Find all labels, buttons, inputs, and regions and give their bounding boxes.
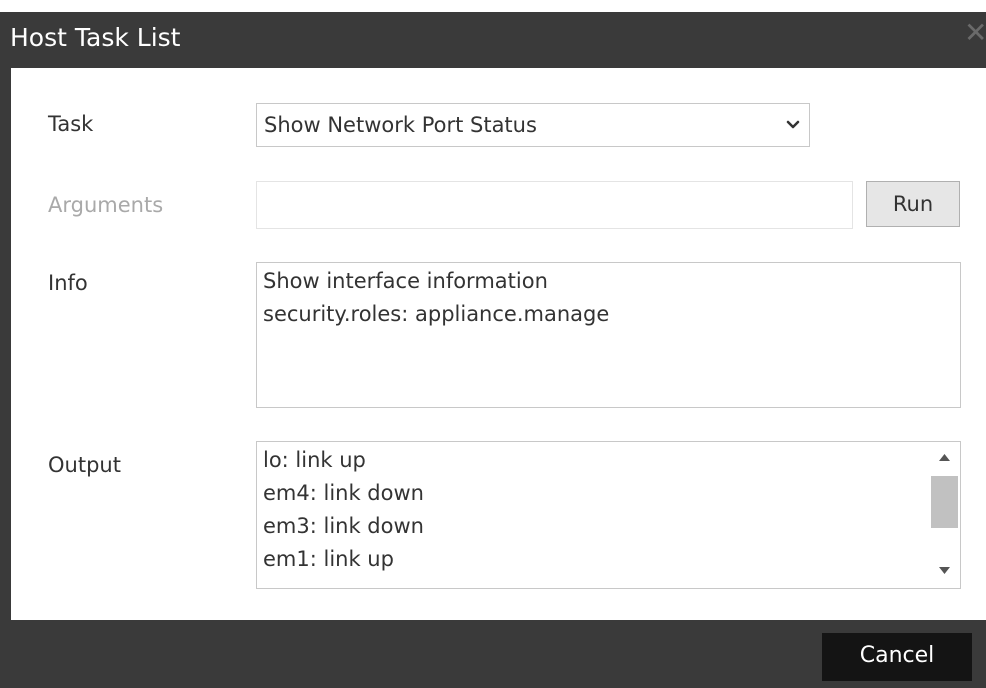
cancel-button[interactable]: Cancel <box>822 633 972 681</box>
chevron-down-icon <box>786 120 800 129</box>
info-line: Show interface information <box>263 269 548 293</box>
arguments-label: Arguments <box>48 193 164 217</box>
dialog-titlebar: Host Task List ✕ <box>0 12 986 68</box>
output-scrollbar[interactable] <box>929 442 960 588</box>
output-line: em4: link down <box>263 481 424 505</box>
info-label: Info <box>48 271 88 295</box>
close-icon[interactable]: ✕ <box>964 19 986 47</box>
info-line: security.roles: appliance.manage <box>263 302 610 326</box>
output-line: em1: link up <box>263 547 394 571</box>
scrollbar-thumb[interactable] <box>931 476 958 528</box>
top-strip <box>0 0 986 12</box>
task-select[interactable]: Show Network Port Status <box>256 103 810 147</box>
dialog-title: Host Task List <box>10 23 181 52</box>
run-button[interactable]: Run <box>866 181 960 227</box>
dialog-footer: Cancel <box>0 620 986 688</box>
scroll-down-icon[interactable] <box>929 560 960 582</box>
scroll-up-icon[interactable] <box>929 446 960 468</box>
output-line: lo: link up <box>263 448 366 472</box>
output-label: Output <box>48 453 121 477</box>
arguments-input[interactable] <box>256 181 853 229</box>
host-task-dialog: Host Task List ✕ Task Show Network Port … <box>0 12 986 688</box>
task-label: Task <box>48 112 94 136</box>
output-textarea[interactable]: lo: link up em4: link down em3: link dow… <box>256 441 961 589</box>
output-line: em3: link down <box>263 514 424 538</box>
info-textarea[interactable]: Show interface information security.role… <box>256 262 961 408</box>
task-select-value: Show Network Port Status <box>264 113 537 137</box>
dialog-left-border <box>0 68 11 620</box>
